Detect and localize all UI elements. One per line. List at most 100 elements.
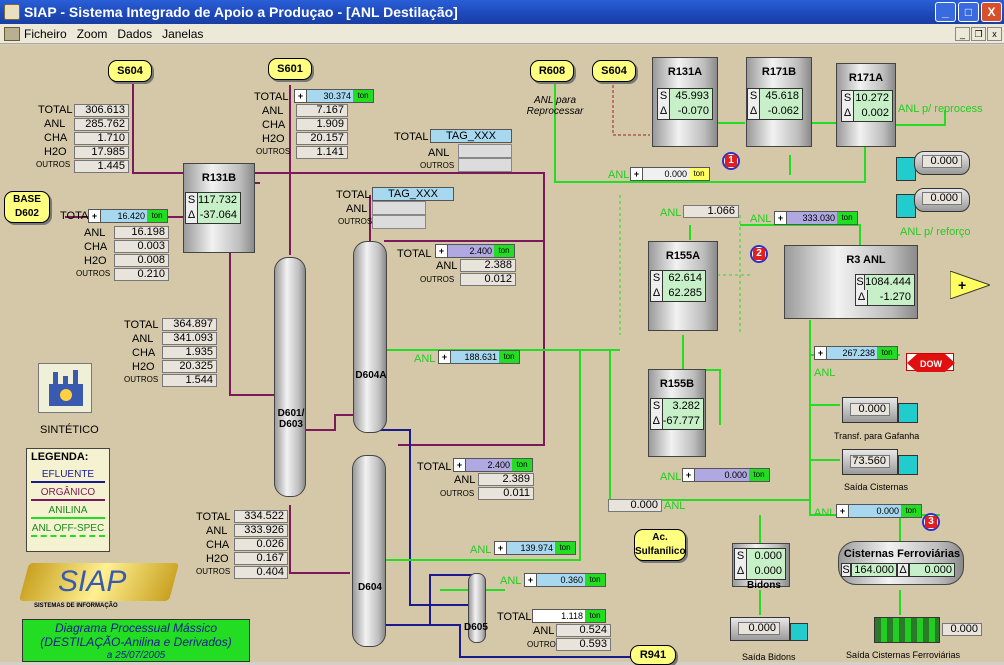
tank-r131b[interactable]: R131B S 117.732 Δ -37.064 (183, 163, 255, 253)
d605-total-flow[interactable]: 1.118 ton (532, 609, 606, 623)
flow-anl-139[interactable]: + 139.974 ton (494, 541, 576, 555)
marker-2[interactable]: 2 (750, 245, 768, 263)
lt-outros-label: OUTROS (36, 160, 71, 169)
train-ferro-out[interactable]: 0.000 (874, 613, 984, 649)
base-total-flow[interactable]: + 16.420 ton (88, 209, 168, 223)
d604a-outros-value: 0.012 (460, 273, 516, 286)
siap-logo-text: SIAP (58, 565, 127, 598)
tank-r131a-readout: S 45.993 Δ -0.070 (657, 88, 713, 120)
s601-h2o-label: H2O (262, 133, 285, 145)
cisternas-ferro-readout: S 164.000 Δ 0.000 (841, 563, 955, 577)
menu-janelas[interactable]: Janelas (162, 27, 203, 41)
marker-1[interactable]: 1 (722, 152, 740, 170)
close-button[interactable]: X (981, 2, 1002, 22)
cisternas-ferro-label: Cisternas Ferroviárias (843, 548, 961, 560)
flow-anl-top[interactable]: + 0.000 ton (630, 167, 710, 181)
menu-ficheiro[interactable]: Ficheiro (24, 27, 67, 41)
s601-outros-value: 1.141 (296, 146, 348, 159)
truck-bidons-out-value: 0.000 (738, 622, 780, 635)
tag-s604-right[interactable]: S604 (592, 60, 636, 82)
marker-3[interactable]: 3 (922, 513, 940, 531)
truck-reforco-value: 0.000 (922, 192, 962, 205)
expand-icon[interactable]: + (454, 459, 466, 471)
maximize-button[interactable]: □ (958, 2, 979, 22)
tagxxx2-total-label: TOTAL (336, 189, 371, 201)
d604-total-label: TOTAL (417, 461, 452, 473)
bottom-outros-value: 0.404 (234, 566, 288, 579)
sintetico-button[interactable] (38, 363, 92, 413)
tag-r608[interactable]: R608 (530, 60, 574, 82)
flow-anl-mid0[interactable]: + 0.000 ton (682, 468, 770, 482)
flow-anl-267[interactable]: + 267.238 ton (814, 346, 898, 360)
document-icon[interactable] (4, 26, 20, 41)
cist-s-value: 164.000 (851, 563, 897, 577)
truck-cisternas[interactable]: 73.560 (842, 449, 918, 485)
expand-icon[interactable]: + (495, 542, 507, 554)
base-anl-value: 16.198 (114, 226, 169, 239)
mdi-minimize-button[interactable]: _ (955, 27, 970, 41)
tagxxx2-outros-value (372, 215, 426, 229)
expand-icon[interactable]: + (631, 168, 643, 180)
tank-r131a[interactable]: R131A S 45.993 Δ -0.070 (652, 57, 718, 147)
tank-r155a[interactable]: R155A S 62.614 Δ 62.285 (648, 241, 718, 331)
title-bar: SIAP - Sistema Integrado de Apoio a Prod… (0, 0, 1004, 24)
column-d604a[interactable]: D604A (353, 241, 387, 433)
flow-anl-139-value: 139.974 (507, 542, 555, 554)
base-h2o-label: H2O (84, 255, 107, 267)
tank-r3-anl[interactable]: R3 ANL S 1084.444 Δ -1.270 (784, 245, 918, 319)
expand-icon[interactable]: + (89, 210, 101, 222)
tagxxx2-anl-label: ANL (346, 203, 368, 215)
r171b-s-value: 45.618 (760, 89, 802, 104)
flow-anl-mid0-label: ANL (660, 471, 682, 483)
bottom-h2o-value: 0.167 (234, 552, 288, 565)
tag-r941[interactable]: R941 (630, 645, 676, 665)
d604-total-flow[interactable]: + 2.400 ton (453, 458, 533, 472)
menu-zoom[interactable]: Zoom (77, 27, 108, 41)
mdi-close-button[interactable]: x (987, 27, 1002, 41)
add-arrow-icon[interactable]: + (949, 270, 992, 300)
flow-anl-360[interactable]: + 0.360 ton (524, 573, 606, 587)
tank-cisternas-ferroviarias[interactable]: Cisternas Ferroviárias S 164.000 Δ 0.000 (838, 541, 964, 585)
s601-total-flow[interactable]: + 30.374 ton (294, 89, 374, 103)
expand-icon[interactable]: + (295, 90, 307, 102)
svg-text:+: + (958, 277, 966, 293)
menu-dados[interactable]: Dados (117, 27, 152, 41)
column-d601-d603[interactable]: D601/ D603 (274, 257, 306, 497)
truck-reprocess[interactable]: 0.000 (896, 151, 972, 187)
truck-gafanha[interactable]: 0.000 (842, 397, 918, 433)
truck-bidons-out[interactable]: 0.000 (730, 617, 810, 649)
expand-icon[interactable]: + (436, 245, 448, 257)
base-outros-value: 0.210 (114, 268, 169, 281)
s601-total-value: 30.374 (307, 90, 353, 102)
expand-icon[interactable]: + (525, 574, 537, 586)
expand-icon[interactable]: + (683, 469, 695, 481)
tag-ac-sulfanilico[interactable]: Ac. Sulfanílico (634, 529, 686, 561)
tag-s604-left[interactable]: S604 (108, 60, 152, 82)
tank-r155b[interactable]: R155B S 3.282 Δ -67.777 (648, 369, 706, 457)
tag-base-d602[interactable]: BASE D602 (4, 191, 50, 223)
tagxxx2-name[interactable]: TAG_XXX (372, 187, 454, 201)
minimize-button[interactable]: _ (935, 2, 956, 22)
tank-r155b-readout: S 3.282 Δ -67.777 (650, 398, 704, 430)
truck-reforco[interactable]: 0.000 (896, 188, 972, 224)
tank-r171b[interactable]: R171B S 45.618 Δ -0.062 (746, 57, 812, 147)
tank-r155a-readout: S 62.614 Δ 62.285 (650, 270, 706, 302)
d604a-total-flow[interactable]: + 2.400 ton (435, 244, 515, 258)
expand-icon[interactable]: + (815, 347, 827, 359)
tag-s601[interactable]: S601 (268, 58, 312, 80)
tagxxx1-name[interactable]: TAG_XXX (430, 129, 512, 143)
flow-anl-188[interactable]: + 188.631 ton (438, 350, 520, 364)
mdi-restore-button[interactable]: ❐ (971, 27, 986, 41)
column-d604[interactable]: D604 (352, 455, 386, 647)
r3-s-value: 1084.444 (865, 275, 914, 290)
flow-anl-right0[interactable]: + 0.000 ton (836, 504, 922, 518)
cist-delta-value: 0.000 (909, 563, 955, 577)
tank-r171a[interactable]: R171A S 10.272 Δ 0.002 (836, 63, 896, 147)
expand-icon[interactable]: + (775, 212, 787, 224)
d605-total-label: TOTAL (497, 611, 532, 623)
expand-icon[interactable]: + (837, 505, 849, 517)
flow-anl-333[interactable]: + 333.030 ton (774, 211, 858, 225)
flow-anl-333-unit: ton (837, 212, 857, 224)
expand-icon[interactable]: + (439, 351, 451, 363)
mid-total-value: 364.897 (162, 318, 217, 331)
